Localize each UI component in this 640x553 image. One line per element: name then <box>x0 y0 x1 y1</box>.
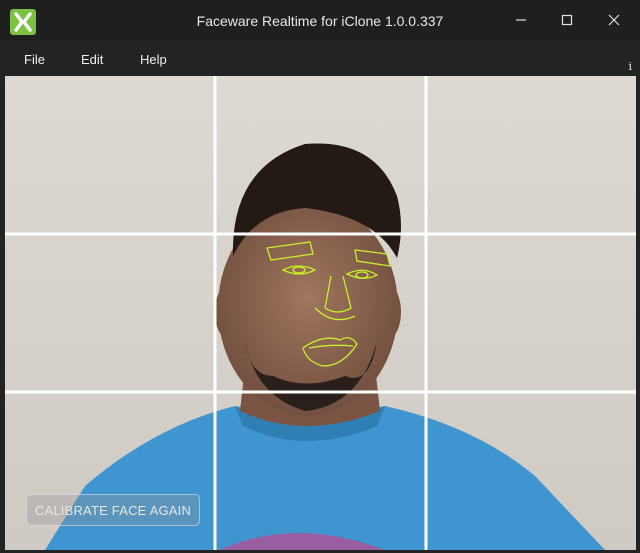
menu-help[interactable]: Help <box>140 52 167 67</box>
camera-feed <box>5 76 636 550</box>
window-title: Faceware Realtime for iClone 1.0.0.337 <box>196 13 444 29</box>
maximize-icon <box>561 14 573 26</box>
title-bar: Faceware Realtime for iClone 1.0.0.337 <box>0 0 640 40</box>
minimize-button[interactable] <box>504 6 538 34</box>
menu-edit[interactable]: Edit <box>81 52 103 67</box>
close-icon <box>608 14 620 26</box>
camera-image <box>5 76 636 550</box>
minimize-icon <box>516 19 526 21</box>
maximize-button[interactable] <box>550 6 584 34</box>
calibrate-face-button[interactable]: CALIBRATE FACE AGAIN <box>26 494 200 526</box>
close-button[interactable] <box>597 6 631 34</box>
info-icon[interactable]: i <box>628 60 632 73</box>
menu-bar: File Edit Help i <box>0 40 640 76</box>
menu-file[interactable]: File <box>24 52 45 67</box>
